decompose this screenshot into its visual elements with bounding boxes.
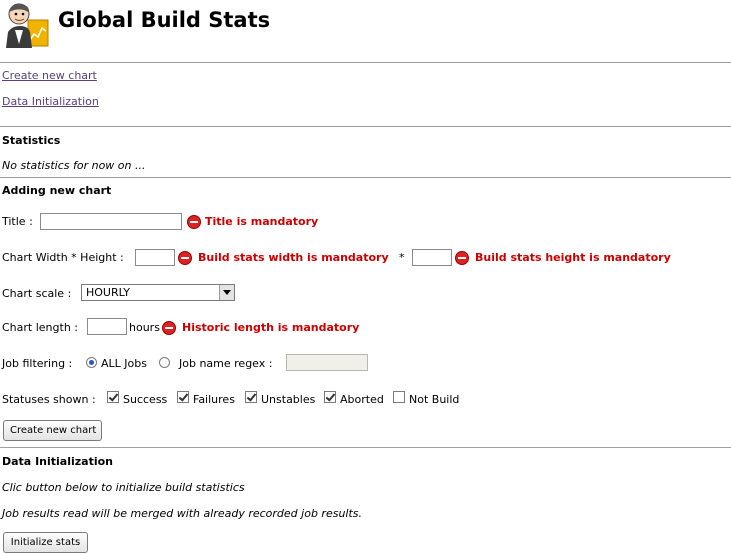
chart-length-label: Chart length :	[2, 321, 78, 334]
failures-label: Failures	[193, 393, 235, 406]
all-jobs-label: ALL Jobs	[101, 357, 147, 370]
unstables-checkbox[interactable]	[245, 391, 257, 403]
data-initialization-link[interactable]: Data Initialization	[2, 95, 99, 108]
job-regex-radio[interactable]	[159, 357, 170, 368]
aborted-label: Aborted	[340, 393, 384, 406]
new-chart-heading: Adding new chart	[2, 184, 112, 197]
size-separator: *	[399, 251, 405, 264]
statuses-label: Statuses shown :	[2, 393, 96, 406]
error-icon	[455, 251, 469, 265]
chart-scale-label: Chart scale :	[2, 287, 72, 300]
chart-width-input[interactable]	[135, 249, 175, 266]
jenkins-butler-logo-icon	[6, 3, 49, 48]
data-init-line-1: Clic button below to initialize build st…	[2, 481, 245, 494]
length-error-text: Historic length is mandatory	[182, 321, 360, 334]
chart-length-input[interactable]	[87, 318, 127, 335]
data-init-line-2: Job results read will be merged with alr…	[2, 507, 363, 520]
not-build-checkbox[interactable]	[393, 391, 405, 403]
statistics-heading: Statistics	[2, 134, 61, 147]
chart-scale-value: HOURLY	[86, 286, 131, 299]
width-error-text: Build stats width is mandatory	[198, 251, 389, 264]
chart-size-label: Chart Width * Height :	[2, 251, 124, 264]
initialize-stats-button[interactable]: Initialize stats	[3, 532, 88, 553]
error-icon	[187, 215, 201, 229]
chevron-down-icon[interactable]	[219, 285, 234, 300]
chart-height-input[interactable]	[412, 249, 452, 266]
success-label: Success	[123, 393, 168, 406]
all-jobs-radio[interactable]	[86, 357, 97, 368]
statistics-empty-text: No statistics for now on ...	[2, 159, 146, 172]
title-input[interactable]	[40, 213, 182, 230]
divider	[0, 447, 731, 448]
job-regex-input[interactable]	[286, 354, 368, 371]
job-regex-label: Job name regex :	[179, 357, 273, 370]
job-filtering-label: Job filtering :	[2, 357, 73, 370]
data-init-heading: Data Initialization	[2, 455, 113, 468]
height-error-text: Build stats height is mandatory	[475, 251, 671, 264]
success-checkbox[interactable]	[107, 391, 119, 403]
chart-scale-select[interactable]: HOURLY	[81, 284, 235, 301]
title-label: Title :	[2, 215, 33, 228]
error-icon	[178, 251, 192, 265]
aborted-checkbox[interactable]	[324, 391, 336, 403]
failures-checkbox[interactable]	[177, 391, 189, 403]
length-unit-label: hours	[129, 321, 160, 334]
error-icon	[162, 321, 176, 335]
not-build-label: Not Build	[409, 393, 460, 406]
create-new-chart-link[interactable]: Create new chart	[2, 69, 97, 82]
title-error-text: Title is mandatory	[205, 215, 319, 228]
page-title: Global Build Stats	[58, 8, 271, 32]
divider	[0, 62, 731, 63]
divider	[0, 126, 731, 127]
divider	[0, 177, 731, 178]
unstables-label: Unstables	[261, 393, 316, 406]
create-new-chart-button[interactable]: Create new chart	[3, 420, 102, 441]
